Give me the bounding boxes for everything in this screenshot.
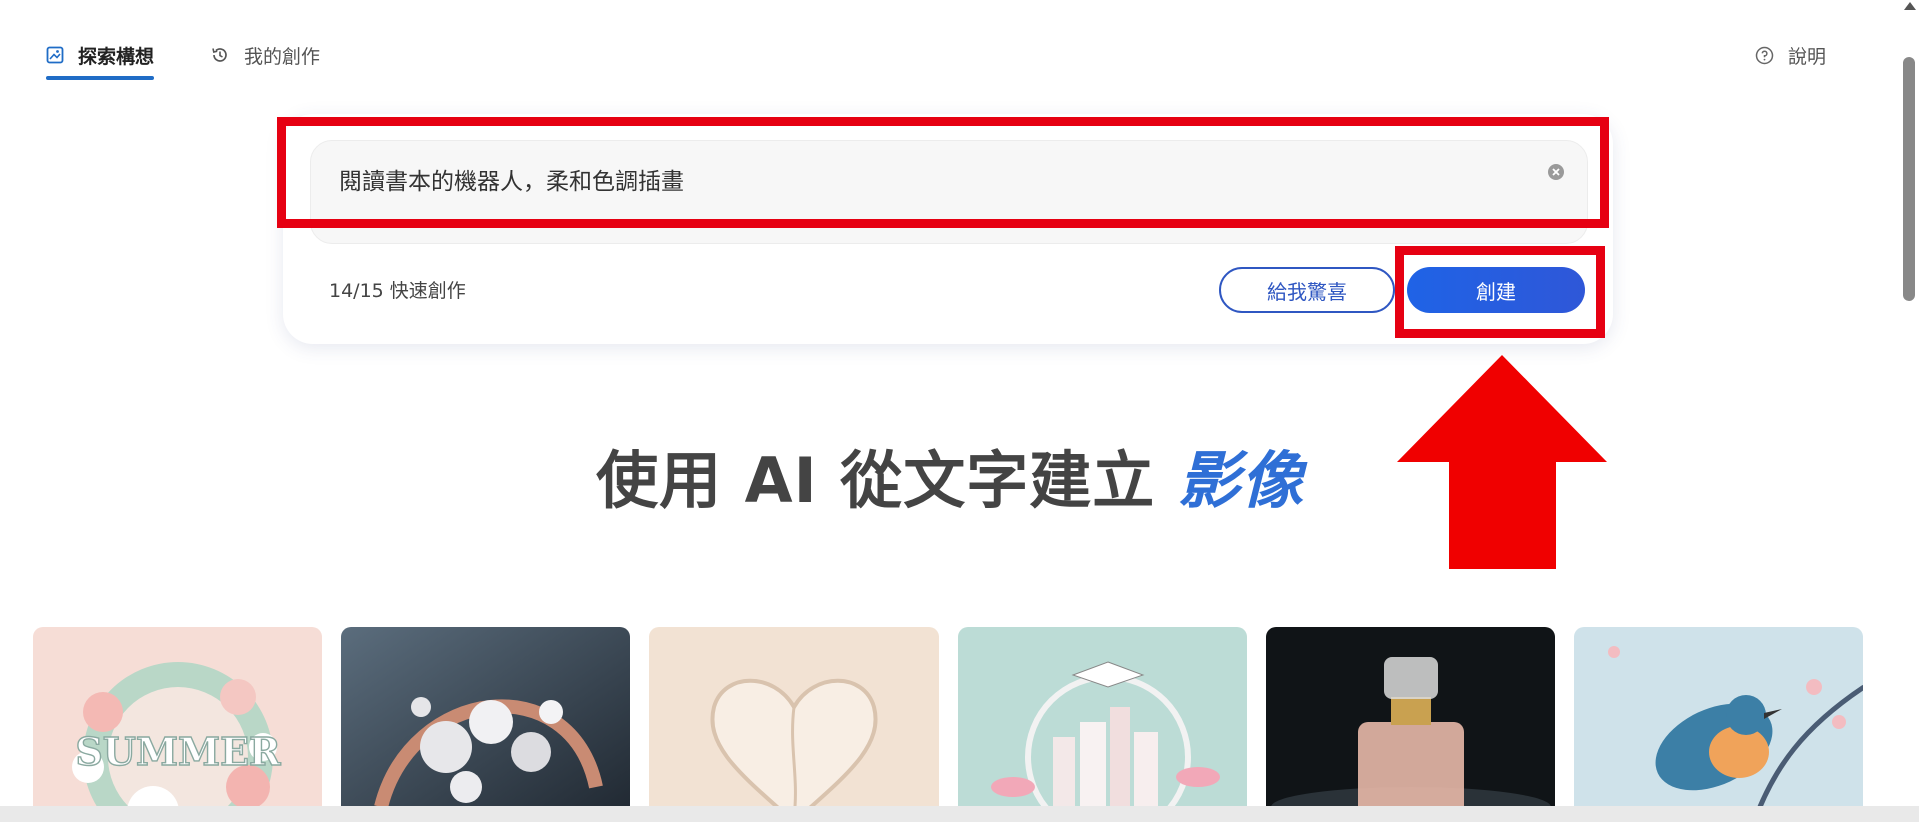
inspiration-gallery: SUMMER: [33, 627, 1864, 822]
scroll-up-arrow-icon[interactable]: [1904, 2, 1916, 10]
active-tab-indicator: [46, 76, 155, 80]
help-label: 說明: [1787, 45, 1826, 68]
headline-accent: 影像: [1177, 444, 1304, 517]
gallery-image-bird[interactable]: [1573, 627, 1864, 822]
prompt-input-box[interactable]: [310, 140, 1588, 244]
gallery-image-heart[interactable]: [649, 627, 939, 822]
page-headline: 使用 AI 從文字建立 影像: [0, 430, 1900, 520]
prompt-card: 14/15 快速創作 給我驚喜 創建: [283, 114, 1613, 344]
vertical-scrollbar[interactable]: [1900, 0, 1919, 806]
headline-main: 使用 AI 從文字建立: [596, 444, 1178, 517]
gallery-image-graduation-city[interactable]: [957, 627, 1247, 822]
top-nav: 探索構想 我的創作 說明: [0, 0, 1900, 95]
tab-my-creations[interactable]: 我的創作: [210, 38, 320, 72]
scroll-thumb[interactable]: [1903, 57, 1915, 301]
question-circle-icon: [1755, 46, 1774, 65]
gallery-image-summer[interactable]: SUMMER: [33, 627, 323, 822]
tab-explore[interactable]: 探索構想: [46, 38, 155, 80]
prompt-input[interactable]: [337, 165, 1517, 193]
gallery-image-perfume[interactable]: [1265, 627, 1555, 822]
tab-my-creations-label: 我的創作: [244, 45, 321, 68]
help-link[interactable]: 說明: [1755, 38, 1826, 72]
quick-create-quota: 14/15 快速創作: [329, 280, 466, 302]
history-icon: [210, 45, 230, 65]
image-icon: [46, 46, 64, 64]
clear-icon[interactable]: [1547, 163, 1565, 181]
tab-explore-label: 探索構想: [78, 45, 155, 68]
surprise-me-button[interactable]: 給我驚喜: [1219, 267, 1395, 313]
gallery-image-ring[interactable]: [341, 627, 631, 822]
horizontal-scrollbar-track[interactable]: [0, 806, 1919, 822]
gallery-summer-text: SUMMER: [75, 729, 281, 774]
create-button[interactable]: 創建: [1407, 267, 1585, 313]
